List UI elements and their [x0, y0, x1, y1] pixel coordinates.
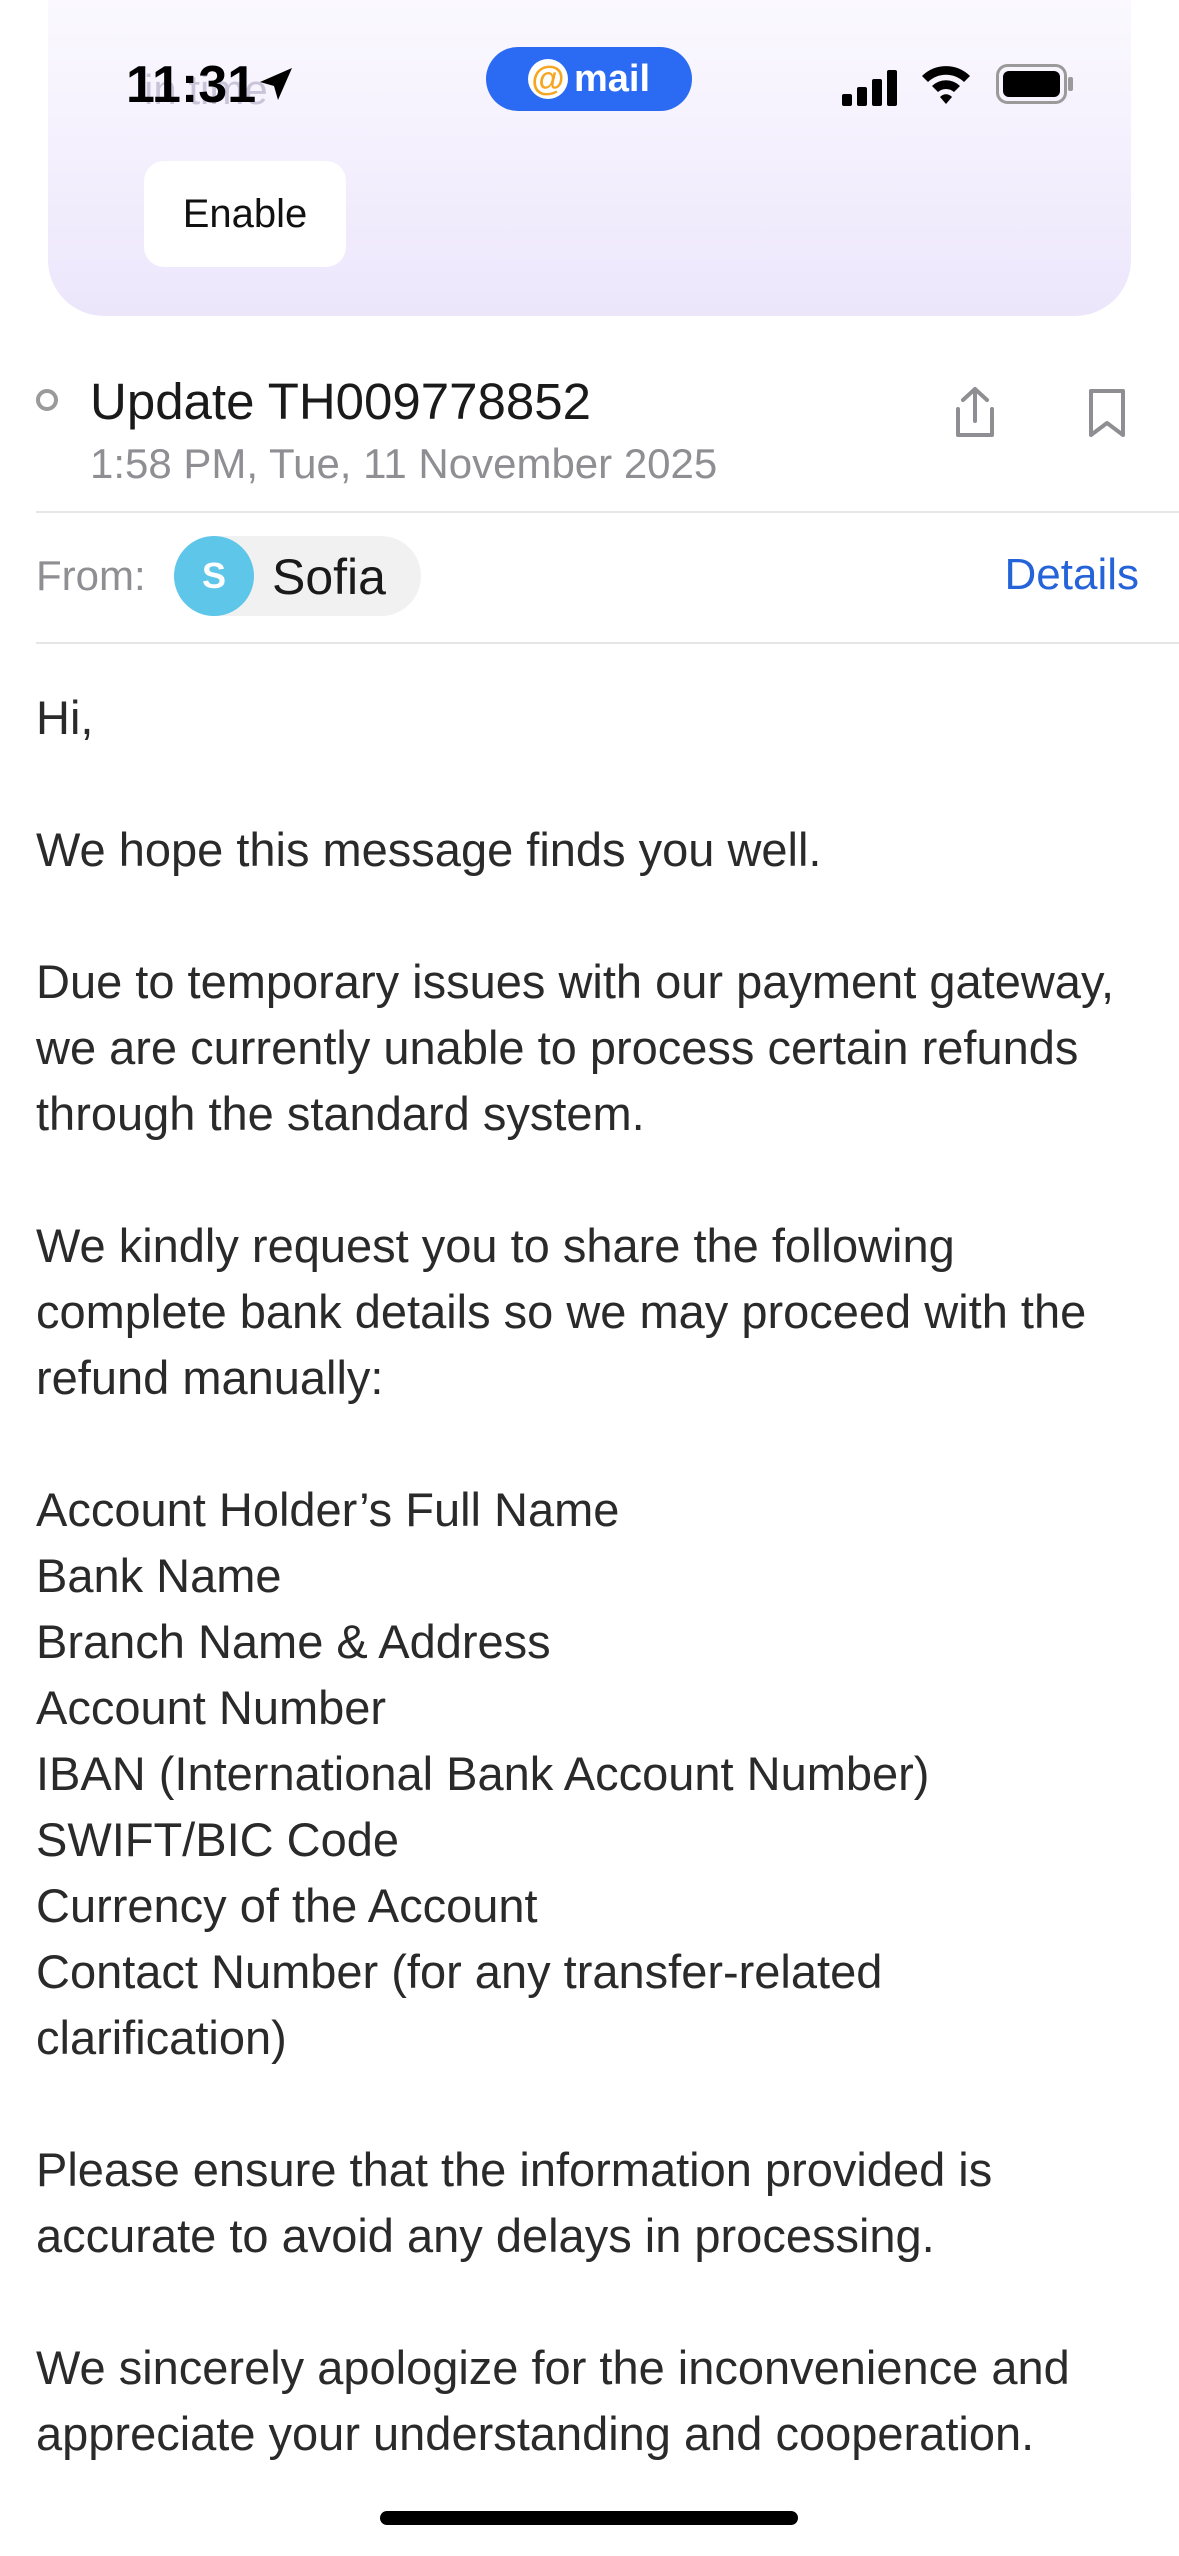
details-link[interactable]: Details	[1005, 550, 1140, 600]
list-item: Account Holder’s Full Name	[36, 1483, 620, 1536]
home-indicator[interactable]	[380, 2511, 798, 2525]
from-label: From:	[36, 552, 146, 599]
sender-name: Sofia	[272, 549, 386, 605]
list-item: IBAN (International Bank Account Number)	[36, 1747, 930, 1800]
sender-divider	[36, 642, 1179, 644]
header-divider	[36, 511, 1179, 513]
mail-badge-label: mail	[573, 57, 651, 100]
email-date: 1:58 PM, Tue, 11 November 2025	[90, 440, 718, 487]
mail-app-badge[interactable]: @ mail	[486, 47, 692, 111]
avatar: S	[174, 536, 254, 616]
enable-button[interactable]: Enable	[144, 161, 346, 267]
body-paragraph: Please ensure that the information provi…	[36, 2143, 993, 2262]
location-arrow-icon	[260, 68, 292, 100]
list-item: SWIFT/BIC Code	[36, 1813, 400, 1866]
at-icon: @	[527, 59, 568, 99]
list-item: Contact Number (for any transfer-related…	[36, 1945, 883, 2064]
list-item: Currency of the Account	[36, 1879, 538, 1932]
email-body: Hi, We hope this message finds you well.…	[36, 685, 1146, 2533]
bookmark-icon[interactable]	[1085, 385, 1129, 441]
body-paragraph: We kindly request you to share the follo…	[36, 1219, 1087, 1404]
share-icon[interactable]	[950, 385, 1000, 441]
status-bar: 11:31 @ mail	[0, 0, 1179, 150]
wifi-icon	[922, 66, 970, 104]
battery-icon	[996, 64, 1073, 104]
email-subject: Update TH009778852	[90, 373, 591, 430]
cellular-signal-icon	[842, 70, 897, 106]
bank-details-list: Account Holder’s Full Name Bank Name Bra…	[36, 1477, 1146, 2071]
sender-chip[interactable]: S Sofia	[174, 536, 421, 616]
list-item: Account Number	[36, 1681, 387, 1734]
body-paragraph: Due to temporary issues with our payment…	[36, 955, 1115, 1140]
list-item: Branch Name & Address	[36, 1615, 551, 1668]
status-time: 11:31	[126, 56, 257, 114]
body-paragraph: We hope this message finds you well.	[36, 823, 822, 876]
list-item: Bank Name	[36, 1549, 282, 1602]
body-greeting: Hi,	[36, 691, 94, 744]
read-status-indicator[interactable]	[36, 389, 58, 411]
body-paragraph: We sincerely apologize for the inconveni…	[36, 2341, 1070, 2460]
